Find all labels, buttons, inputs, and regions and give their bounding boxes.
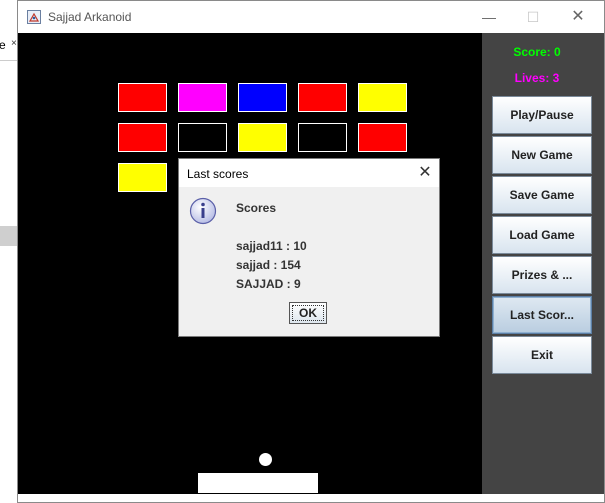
minimize-button[interactable]: — (469, 5, 509, 29)
app-icon (27, 10, 41, 24)
background-tab-close-icon[interactable]: × (11, 38, 17, 49)
last-scores-button[interactable]: Last Scor... (492, 296, 592, 334)
ball (259, 453, 272, 466)
brick (178, 123, 227, 152)
score-entry: SAJJAD : 9 (236, 277, 301, 291)
exit-button[interactable]: Exit (492, 336, 592, 374)
brick (238, 123, 287, 152)
background-selected-row (0, 226, 17, 246)
brick (178, 83, 227, 112)
last-scores-dialog: Last scores ✕ Scores sajjad11 : 10 sajja… (178, 158, 440, 337)
load-game-button[interactable]: Load Game (492, 216, 592, 254)
ok-button[interactable]: OK (289, 302, 327, 324)
save-game-button[interactable]: Save Game (492, 176, 592, 214)
score-label: Score: 0 (513, 45, 561, 59)
dialog-title: Last scores (187, 167, 249, 181)
brick (358, 83, 407, 112)
play-pause-button[interactable]: Play/Pause (492, 96, 592, 134)
dialog-close-button[interactable]: ✕ (415, 162, 435, 184)
maximize-button[interactable]: ☐ (513, 5, 553, 29)
dialog-title-bar[interactable]: Last scores ✕ (179, 159, 439, 187)
brick (118, 123, 167, 152)
prizes-button[interactable]: Prizes & ... (492, 256, 592, 294)
paddle[interactable] (198, 473, 318, 493)
close-button[interactable]: ✕ (558, 5, 598, 29)
brick (238, 83, 287, 112)
background-tab-label: e (0, 38, 6, 52)
brick (118, 83, 167, 112)
brick (298, 123, 347, 152)
info-icon (189, 197, 217, 225)
brick (298, 83, 347, 112)
lives-label: Lives: 3 (514, 71, 560, 85)
score-entry: sajjad : 154 (236, 258, 301, 272)
score-entry: sajjad11 : 10 (236, 239, 307, 253)
new-game-button[interactable]: New Game (492, 136, 592, 174)
control-panel: Score: 0 Lives: 3 Play/Pause New Game Sa… (482, 33, 604, 494)
brick (358, 123, 407, 152)
window-title: Sajjad Arkanoid (48, 10, 132, 24)
title-bar[interactable]: Sajjad Arkanoid — ☐ ✕ (18, 1, 604, 33)
dialog-heading: Scores (236, 201, 277, 215)
brick (118, 163, 167, 192)
background-window-edge: e × (0, 0, 18, 503)
divider (0, 60, 17, 61)
